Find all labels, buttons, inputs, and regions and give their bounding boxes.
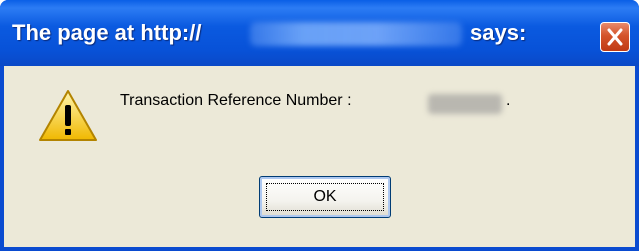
message-label: Transaction Reference Number : — [120, 92, 352, 109]
redacted-url — [250, 22, 462, 46]
close-icon — [607, 28, 623, 46]
dialog-title-suffix: says: — [470, 20, 527, 45]
title-bar[interactable]: The page at http:// says: — [0, 0, 639, 66]
message-period: . — [506, 92, 511, 109]
redacted-reference-number — [428, 94, 502, 114]
dialog-body: Transaction Reference Number : . OK — [4, 66, 635, 247]
dialog-title-prefix: The page at http:// — [12, 20, 202, 45]
alert-dialog: The page at http:// says: Transaction Re… — [0, 0, 639, 251]
close-button[interactable] — [600, 22, 630, 52]
focus-rectangle — [266, 183, 384, 211]
ok-button[interactable]: OK — [259, 176, 391, 218]
warning-icon — [39, 90, 97, 141]
